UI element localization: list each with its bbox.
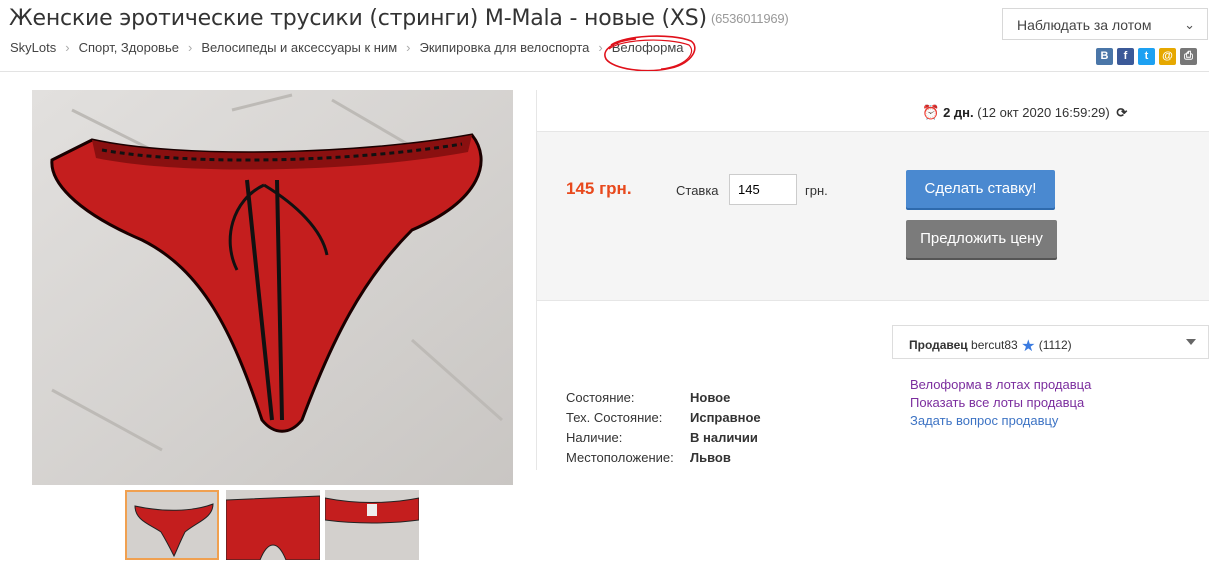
offer-price-button[interactable]: Предложить цену	[906, 220, 1057, 258]
share-icons: B f t @ ⎙	[1096, 48, 1197, 65]
thumbnail-1[interactable]	[125, 490, 219, 560]
email-icon[interactable]: @	[1159, 48, 1176, 65]
spec-value: Львов	[690, 450, 731, 465]
current-price: 145 грн.	[566, 179, 632, 198]
spec-key: Тех. Состояние:	[566, 410, 663, 425]
seller-label: Продавец	[909, 338, 968, 352]
thumbnail-image	[226, 490, 320, 560]
hand-drawn-circle-annotation	[604, 35, 696, 72]
product-photo-image	[32, 90, 513, 485]
breadcrumb: SkyLots › Спорт, Здоровье › Велосипеды и акс…	[10, 40, 684, 55]
seller-rating: (1112)	[1038, 338, 1072, 352]
spec-key: Наличие:	[566, 430, 623, 445]
header-divider	[0, 71, 1209, 72]
twitter-icon[interactable]: t	[1138, 48, 1155, 65]
thumbnail-3[interactable]	[325, 490, 419, 560]
spec-row: Состояние: Новое	[566, 388, 761, 408]
chevron-right-icon: ›	[65, 40, 70, 55]
chevron-right-icon: ›	[406, 40, 411, 55]
thumbnail-image	[325, 490, 419, 560]
spec-value: В наличии	[690, 430, 758, 445]
spec-row: Местоположение: Львов	[566, 448, 761, 468]
thumbnail-image	[127, 492, 217, 558]
end-time: (12 окт 2020 16:59:29)	[977, 105, 1110, 120]
breadcrumb-equipment[interactable]: Экипировка для велоспорта	[420, 40, 590, 55]
lot-id: (6536011969)	[710, 11, 789, 26]
auction-timer: ⏰ 2 дн. (12 окт 2020 16:59:29) ⟳	[922, 104, 1127, 121]
seller-category-lots-link[interactable]: Велоформа в лотах продавца	[910, 376, 1091, 394]
seller-dropdown[interactable]: Продавец bercut83 ★ (1112)	[892, 325, 1209, 359]
place-bid-button[interactable]: Сделать ставку!	[906, 170, 1055, 208]
breadcrumb-sport[interactable]: Спорт, Здоровье	[79, 40, 179, 55]
currency-label: грн.	[805, 183, 828, 198]
seller-name[interactable]: bercut83	[971, 338, 1018, 352]
ask-seller-link[interactable]: Задать вопрос продавцу	[910, 412, 1091, 430]
lot-title: Женские эротические трусики (стринги) M-…	[9, 6, 707, 31]
spec-key: Состояние:	[566, 390, 635, 405]
bid-panel	[537, 131, 1209, 301]
chevron-down-icon: ⌄	[1184, 17, 1195, 32]
watch-lot-dropdown[interactable]: Наблюдать за лотом ⌄	[1002, 8, 1208, 40]
chevron-right-icon: ›	[187, 40, 193, 55]
breadcrumb-bicycles[interactable]: Велосипеды и аксессуары к ним	[201, 40, 397, 55]
star-icon: ★	[1021, 338, 1036, 355]
thumbnail-2[interactable]	[226, 490, 320, 560]
breadcrumb-skylots[interactable]: SkyLots	[10, 40, 56, 55]
seller-links: Велоформа в лотах продавца Показать все …	[910, 376, 1091, 430]
watch-lot-label: Наблюдать за лотом	[1017, 17, 1152, 33]
stake-input[interactable]	[729, 174, 797, 205]
page-title: Женские эротические трусики (стринги) M-…	[9, 6, 789, 31]
spec-row: Тех. Состояние: Исправное	[566, 408, 761, 428]
clock-icon: ⏰	[922, 104, 940, 120]
spec-value: Исправное	[690, 410, 761, 425]
seller-all-lots-link[interactable]: Показать все лоты продавца	[910, 394, 1091, 412]
print-icon[interactable]: ⎙	[1180, 48, 1197, 65]
vkontakte-icon[interactable]: B	[1096, 48, 1113, 65]
product-main-photo[interactable]	[32, 90, 513, 485]
time-remaining: 2 дн.	[943, 105, 974, 120]
facebook-icon[interactable]: f	[1117, 48, 1134, 65]
item-specs: Состояние: Новое Тех. Состояние: Исправное…	[566, 388, 761, 468]
stake-label: Ставка	[676, 183, 719, 198]
spec-key: Местоположение:	[566, 450, 674, 465]
refresh-icon[interactable]: ⟳	[1116, 105, 1127, 120]
spec-value: Новое	[690, 390, 731, 405]
spec-row: Наличие: В наличии	[566, 428, 761, 448]
caret-down-icon	[1186, 339, 1196, 345]
